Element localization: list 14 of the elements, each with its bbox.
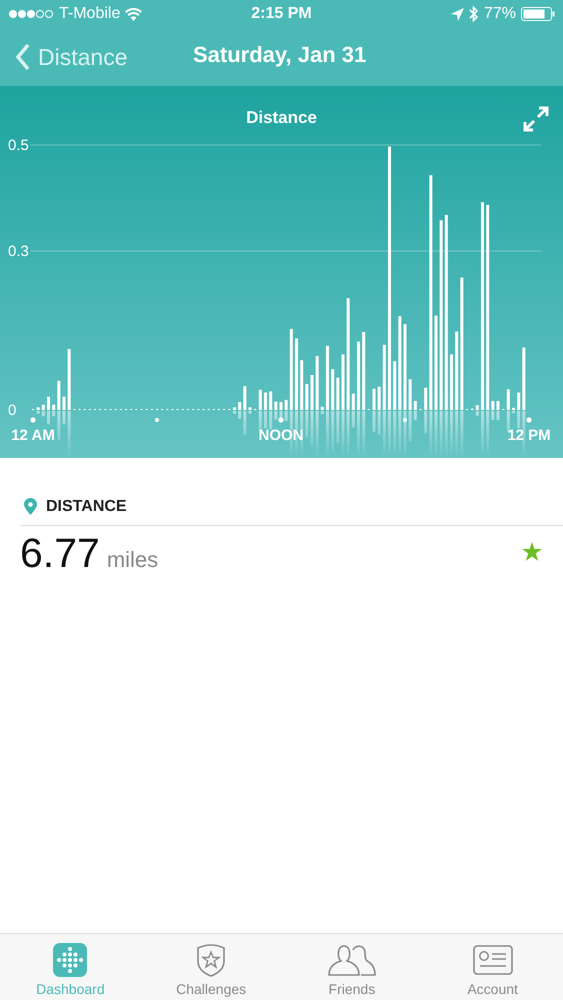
axis-label: 12 AM [11,427,55,444]
chart-title: Distance [246,108,317,128]
axis-label: 0 [8,402,16,419]
distance-value: 6.77 [20,530,100,577]
axis-label: 0.5 [8,137,29,154]
distance-unit: miles [106,547,158,573]
clock-time: 2:15 PM [251,5,312,23]
axis-label: NOON [258,427,304,444]
axis-label: 12 PM [507,427,551,444]
axis-label: 0.3 [8,243,29,260]
screen-title: Saturday, Jan 31 [193,42,366,68]
section-heading: DISTANCE [46,498,127,516]
battery-percent: 77% [484,5,516,23]
carrier-name: T-Mobile [59,5,120,23]
